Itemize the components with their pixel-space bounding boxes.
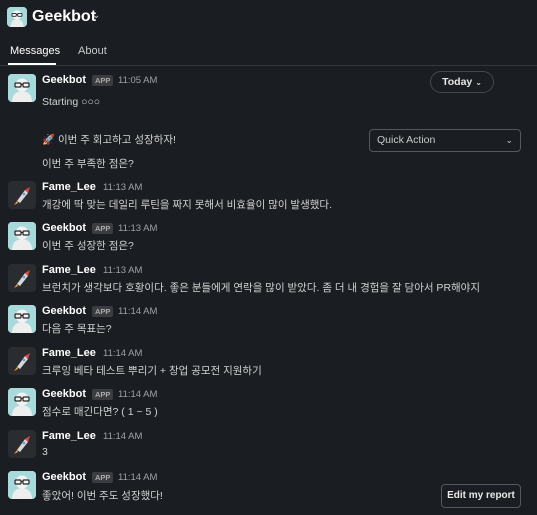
geekbot-logo-icon xyxy=(7,7,27,27)
app-badge: APP xyxy=(92,75,114,86)
tab-messages[interactable]: Messages xyxy=(10,45,60,57)
edit-report-button[interactable]: Edit my report xyxy=(441,484,521,508)
chevron-down-icon: ⌄ xyxy=(475,78,482,87)
avatar[interactable] xyxy=(8,222,36,250)
quick-action-label: Quick Action xyxy=(377,134,436,146)
message-text: 좋았어! 이번 주도 성장했다! xyxy=(42,490,163,502)
timestamp[interactable]: 11:14 AM xyxy=(118,472,157,483)
date-pill-label: Today xyxy=(442,76,473,88)
timestamp[interactable]: 11:14 AM xyxy=(118,306,157,317)
app-title[interactable]: Geekbot xyxy=(32,8,96,26)
tab-bar: Messages About xyxy=(0,38,537,66)
sender-name[interactable]: Geekbot xyxy=(42,471,86,483)
timestamp[interactable]: 11:13 AM xyxy=(118,223,157,234)
sender-name[interactable]: Geekbot xyxy=(42,388,86,400)
app-badge: APP xyxy=(92,306,114,317)
timestamp[interactable]: 11:13 AM xyxy=(103,182,142,193)
message-text: 이번 주 성장한 점은? xyxy=(42,240,134,252)
message-text: 점수로 매긴다면? ( 1 ~ 5 ) xyxy=(42,406,158,418)
avatar[interactable] xyxy=(8,471,36,499)
avatar[interactable] xyxy=(8,347,36,375)
avatar[interactable] xyxy=(8,388,36,416)
sender-name[interactable]: Geekbot xyxy=(42,305,86,317)
sender-name[interactable]: Fame_Lee xyxy=(42,264,96,276)
timestamp[interactable]: 11:13 AM xyxy=(103,265,142,276)
message-text: 브런치가 생각보다 호황이다. 좋은 분들에게 연락을 많이 받았다. 좀 더 … xyxy=(42,282,481,294)
timestamp[interactable]: 11:14 AM xyxy=(103,431,142,442)
active-tab-indicator xyxy=(8,63,56,65)
message-text: 개강에 딱 맞는 데일리 루틴을 짜지 못해서 비효율이 많이 발생했다. xyxy=(42,199,332,211)
app-badge: APP xyxy=(92,389,114,400)
timestamp[interactable]: 11:14 AM xyxy=(103,348,142,359)
app-badge: APP xyxy=(92,223,114,234)
quick-action-select[interactable]: Quick Action ⌄ xyxy=(369,129,521,152)
timestamp[interactable]: 11:05 AM xyxy=(118,75,157,86)
message-text: 🚀 이번 주 회고하고 성장하자! xyxy=(42,134,176,146)
sender-name[interactable]: Geekbot xyxy=(42,222,86,234)
tab-about[interactable]: About xyxy=(78,45,107,57)
message-text: 다음 주 목표는? xyxy=(42,323,112,335)
avatar[interactable] xyxy=(8,264,36,292)
message-text: 이번 주 부족한 점은? xyxy=(42,158,134,170)
chevron-down-icon: ⌄ xyxy=(505,135,513,145)
avatar[interactable] xyxy=(8,430,36,458)
message-text: 3 xyxy=(42,446,48,458)
sender-name[interactable]: Fame_Lee xyxy=(42,430,96,442)
message-text: 크루잉 베타 테스트 뿌리기 + 창업 공모전 지원하기 xyxy=(42,365,262,377)
sender-name[interactable]: Fame_Lee xyxy=(42,181,96,193)
sender-name[interactable]: Geekbot xyxy=(42,74,86,86)
chevron-down-icon[interactable]: ⌄ xyxy=(92,10,100,21)
sender-name[interactable]: Fame_Lee xyxy=(42,347,96,359)
date-jump-button[interactable]: Today ⌄ xyxy=(430,71,494,93)
app-badge: APP xyxy=(92,472,114,483)
avatar[interactable] xyxy=(8,181,36,209)
timestamp[interactable]: 11:14 AM xyxy=(118,389,157,400)
app-header: Geekbot ⌄ xyxy=(0,0,537,38)
message-text: Starting ○○○ xyxy=(42,96,101,108)
avatar[interactable] xyxy=(8,305,36,333)
avatar[interactable] xyxy=(8,74,36,102)
